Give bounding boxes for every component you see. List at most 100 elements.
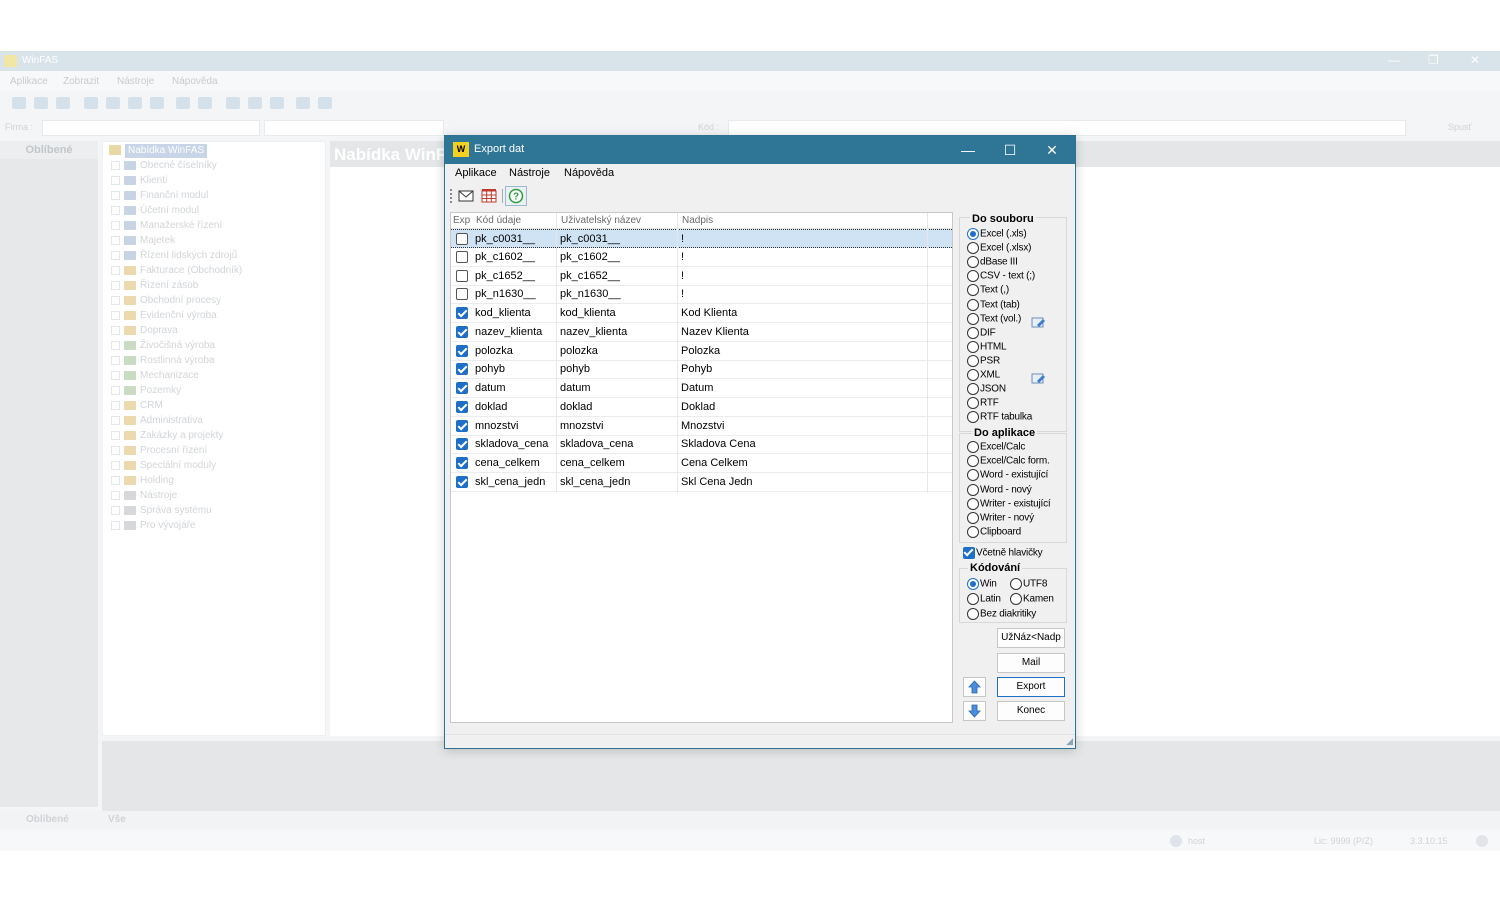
cell-kod-udaje[interactable]: pk_c0031__	[475, 233, 555, 245]
radio-option[interactable]: Writer - nový	[967, 512, 1034, 526]
edit-text-vol-icon[interactable]	[1031, 316, 1046, 329]
cell-uzivatelsky-nazev[interactable]: pk_n1630__	[560, 288, 676, 300]
tab-oblibene[interactable]: Oblíbené	[26, 814, 69, 825]
bg-toolbar-icon[interactable]	[56, 97, 70, 109]
cell-nadpis[interactable]: Mnozstvi	[681, 420, 921, 432]
expand-icon[interactable]	[111, 490, 120, 500]
background-restore-icon[interactable]: ❐	[1428, 53, 1439, 67]
radio-option[interactable]: Word - nový	[967, 483, 1032, 498]
expand-icon[interactable]	[111, 235, 120, 245]
radio-option[interactable]: HTML	[967, 340, 1007, 355]
expand-icon[interactable]	[111, 445, 120, 455]
tree-item[interactable]: Speciální moduly	[111, 460, 216, 475]
dialog-titlebar[interactable]: W Export dat — ☐ ✕	[445, 136, 1075, 164]
grid-icon[interactable]	[478, 186, 500, 206]
cell-nadpis[interactable]: Skl Cena Jedn	[681, 476, 921, 488]
expand-icon[interactable]	[111, 340, 120, 350]
cell-nadpis[interactable]: Polozka	[681, 345, 921, 357]
bg-toolbar-icon[interactable]	[106, 97, 120, 109]
expand-icon[interactable]	[111, 175, 120, 185]
cell-uzivatelsky-nazev[interactable]: pk_c0031__	[560, 233, 676, 245]
header-exp[interactable]: Exp	[453, 215, 470, 226]
bg-toolbar-icon[interactable]	[296, 97, 310, 109]
tree-item[interactable]: Manažerské řízení	[111, 220, 222, 235]
radio-option[interactable]: RTF tabulka	[967, 411, 1032, 425]
cell-nadpis[interactable]: Cena Celkem	[681, 457, 921, 469]
radio-option[interactable]: Text (vol.)	[967, 312, 1021, 327]
table-row[interactable]: doklad doklad Doklad	[451, 398, 952, 417]
tab-vse[interactable]: Vše	[108, 814, 126, 825]
export-checkbox[interactable]	[456, 475, 468, 488]
table-row[interactable]: skl_cena_jedn skl_cena_jedn Skl Cena Jedn	[451, 473, 952, 492]
cell-kod-udaje[interactable]: pk_n1630__	[475, 288, 555, 300]
menu-nastroje[interactable]: Nástroje	[509, 167, 550, 179]
export-checkbox[interactable]	[456, 457, 468, 469]
tree-item[interactable]: Procesní řízení	[111, 445, 207, 460]
export-button[interactable]: Export	[997, 677, 1065, 697]
cell-kod-udaje[interactable]: skladova_cena	[475, 438, 555, 450]
export-checkbox[interactable]	[456, 344, 468, 357]
cell-uzivatelsky-nazev[interactable]: kod_klienta	[560, 307, 676, 319]
table-row[interactable]: pk_c0031__ pk_c0031__!	[451, 229, 952, 248]
bg-toolbar-icon[interactable]	[226, 97, 240, 109]
menu-aplikace[interactable]: Aplikace	[455, 167, 497, 179]
tree-item[interactable]: Finanční modul	[111, 190, 208, 205]
cell-uzivatelsky-nazev[interactable]: mnozstvi	[560, 420, 676, 432]
expand-icon[interactable]	[111, 160, 120, 170]
vcetne-hlavicky-checkbox[interactable]: Včetně hlavičky	[963, 547, 1043, 561]
export-checkbox[interactable]	[456, 288, 468, 301]
tree-item[interactable]: Holding	[111, 475, 174, 490]
tree-item[interactable]: Správa systému	[111, 505, 212, 520]
export-checkbox[interactable]	[456, 363, 468, 376]
tree-item[interactable]: Doprava	[111, 325, 178, 340]
radio-option[interactable]: Word - existující	[967, 469, 1048, 483]
export-checkbox[interactable]	[456, 400, 468, 413]
table-row[interactable]: skladova_cena skladova_cena Skladova Cena	[451, 435, 952, 455]
menu-napoveda[interactable]: Nápověda	[564, 167, 614, 179]
tree-item[interactable]: Řízení lidských zdrojů	[111, 250, 237, 265]
export-checkbox[interactable]	[456, 438, 468, 451]
close-button[interactable]: ✕	[1031, 136, 1073, 164]
expand-icon[interactable]	[111, 370, 120, 380]
tree-item[interactable]: Pro vývojáře	[111, 520, 196, 535]
radio-option[interactable]: Clipboard	[967, 526, 1021, 540]
radio-option[interactable]: CSV - text (;)	[967, 270, 1035, 284]
cell-uzivatelsky-nazev[interactable]: pk_c1602__	[560, 251, 676, 263]
background-minimize-icon[interactable]: —	[1388, 53, 1400, 67]
bg-toolbar-icon[interactable]	[128, 97, 142, 109]
cell-nadpis[interactable]: Datum	[681, 382, 921, 394]
table-row[interactable]: kod_klienta kod_klienta Kod Klienta	[451, 304, 952, 323]
table-row[interactable]: pk_n1630__ pk_n1630__!	[451, 285, 952, 305]
background-close-icon[interactable]: ✕	[1470, 53, 1480, 67]
radio-option[interactable]: RTF	[967, 397, 999, 411]
expand-icon[interactable]	[111, 190, 120, 200]
expand-icon[interactable]	[111, 250, 120, 260]
expand-icon[interactable]	[111, 520, 120, 530]
tree-item[interactable]: Evidenční výroba	[111, 310, 217, 325]
cell-kod-udaje[interactable]: skl_cena_jedn	[475, 476, 555, 488]
table-row[interactable]: mnozstvi mnozstvi Mnozstvi	[451, 417, 952, 436]
cell-uzivatelsky-nazev[interactable]: nazev_klienta	[560, 326, 676, 338]
table-row[interactable]: polozka polozka Polozka	[451, 342, 952, 361]
bg-toolbar-icon[interactable]	[176, 97, 190, 109]
expand-icon[interactable]	[111, 430, 120, 440]
kodovani-bez-diakritiky[interactable]: Bez diakritiky	[967, 608, 1036, 622]
header-uzivatelsky-nazev[interactable]: Uživatelský název	[561, 215, 641, 226]
cell-kod-udaje[interactable]: mnozstvi	[475, 420, 555, 432]
expand-icon[interactable]	[111, 505, 120, 515]
cell-uzivatelsky-nazev[interactable]: cena_celkem	[560, 457, 676, 469]
move-up-button[interactable]	[963, 677, 986, 697]
mail-icon[interactable]	[455, 186, 477, 206]
radio-option[interactable]: Text (,)	[967, 284, 1009, 298]
expand-icon[interactable]	[111, 205, 120, 215]
export-checkbox[interactable]	[456, 307, 468, 319]
expand-icon[interactable]	[111, 460, 120, 470]
expand-icon[interactable]	[111, 295, 120, 305]
bg-menu-aplikace[interactable]: Aplikace	[10, 76, 48, 87]
maximize-button[interactable]: ☐	[989, 136, 1031, 164]
help-icon[interactable]: ?	[505, 186, 527, 206]
radio-option[interactable]: JSON	[967, 383, 1006, 397]
expand-icon[interactable]	[111, 325, 120, 335]
radio-option[interactable]: XML	[967, 369, 1000, 383]
cell-nadpis[interactable]: Doklad	[681, 401, 921, 413]
